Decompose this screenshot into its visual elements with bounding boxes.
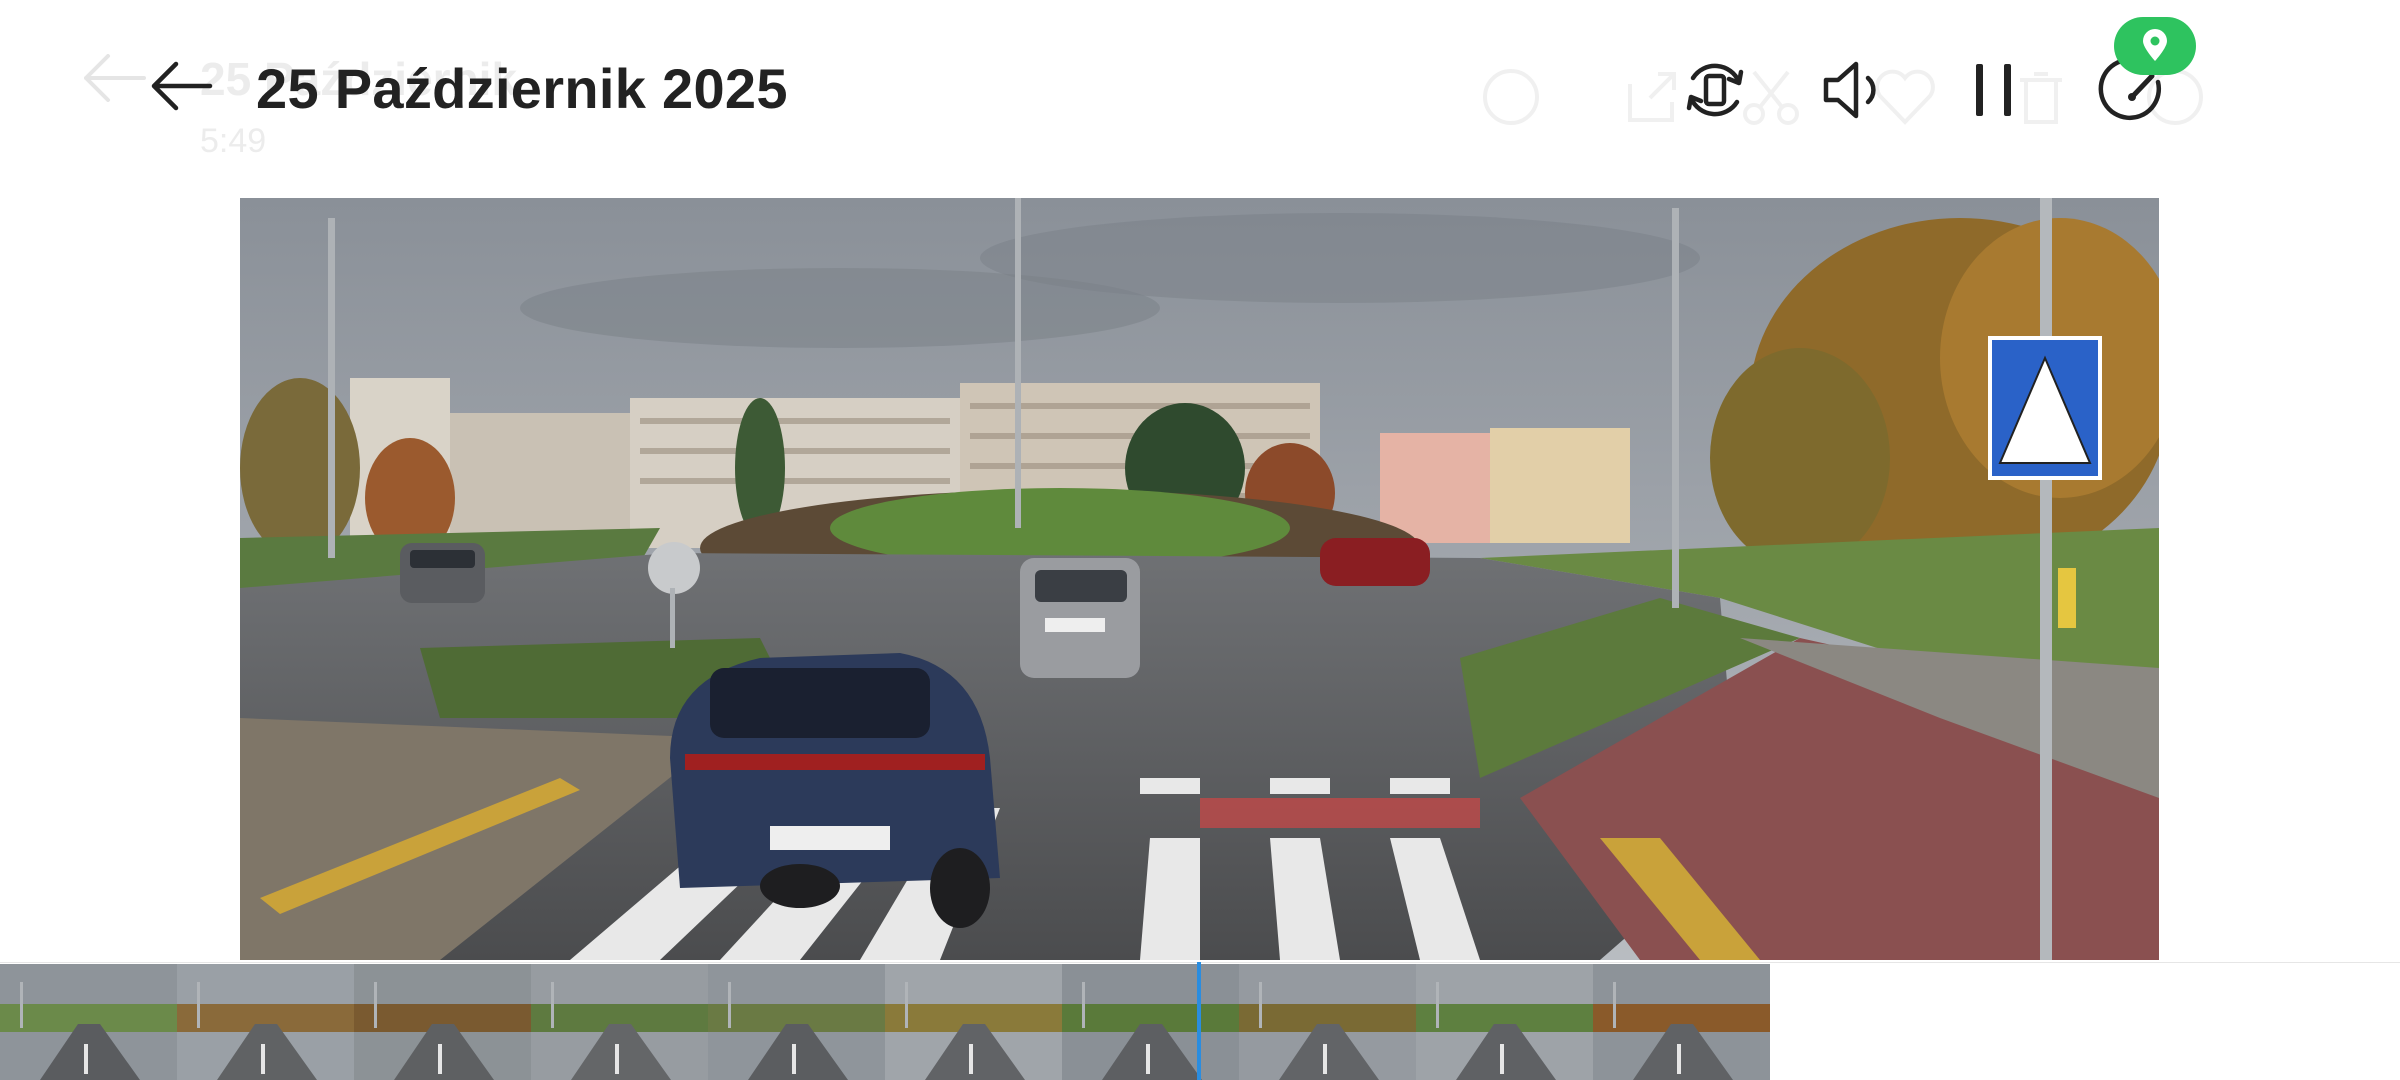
ghost-rotate-icon [1476, 62, 1546, 132]
ghost-share-icon [1616, 62, 1686, 132]
dashcam-video-frame [240, 198, 2159, 960]
filmstrip-thumbnail[interactable] [0, 964, 177, 1080]
filmstrip-thumbnail[interactable] [177, 964, 354, 1080]
pause-icon [1976, 64, 2011, 116]
video-player[interactable] [240, 198, 2159, 960]
location-badge[interactable] [2114, 17, 2196, 75]
filmstrip-thumbnail[interactable] [1239, 964, 1416, 1080]
page-title: 25 Październik 2025 [256, 57, 788, 120]
rotate-button[interactable] [1677, 52, 1753, 128]
arrow-left-icon [151, 61, 213, 111]
filmstrip-thumbnail[interactable] [1593, 964, 1770, 1080]
ghost-arrow-left-icon [78, 48, 148, 108]
timeline-filmstrip[interactable] [0, 962, 2400, 1080]
ghost-time: 5:49 [200, 122, 267, 160]
car-silver [1020, 558, 1140, 678]
filmstrip-thumbnail[interactable] [1416, 964, 1593, 1080]
volume-button[interactable] [1816, 52, 1892, 128]
top-bar: 25 Październik 5:49 25 Październik 2025 [0, 0, 2400, 190]
filmstrip-thumbnail[interactable] [1062, 964, 1239, 1080]
filmstrip-thumbnail[interactable] [708, 964, 885, 1080]
screen-rotate-icon [1686, 63, 1744, 117]
car-porsche [670, 653, 1000, 928]
volume-icon [1823, 61, 1876, 119]
car-gray-left [400, 543, 485, 603]
map-pin-icon [2143, 29, 2167, 61]
filmstrip-thumbnail[interactable] [885, 964, 1062, 1080]
back-button[interactable] [146, 56, 216, 116]
pause-button[interactable] [1956, 52, 2032, 128]
filmstrip-thumbnail[interactable] [354, 964, 531, 1080]
car-red-back [1320, 538, 1430, 586]
filmstrip-thumbnail[interactable] [531, 964, 708, 1080]
timeline-playhead[interactable] [1197, 962, 1201, 1080]
